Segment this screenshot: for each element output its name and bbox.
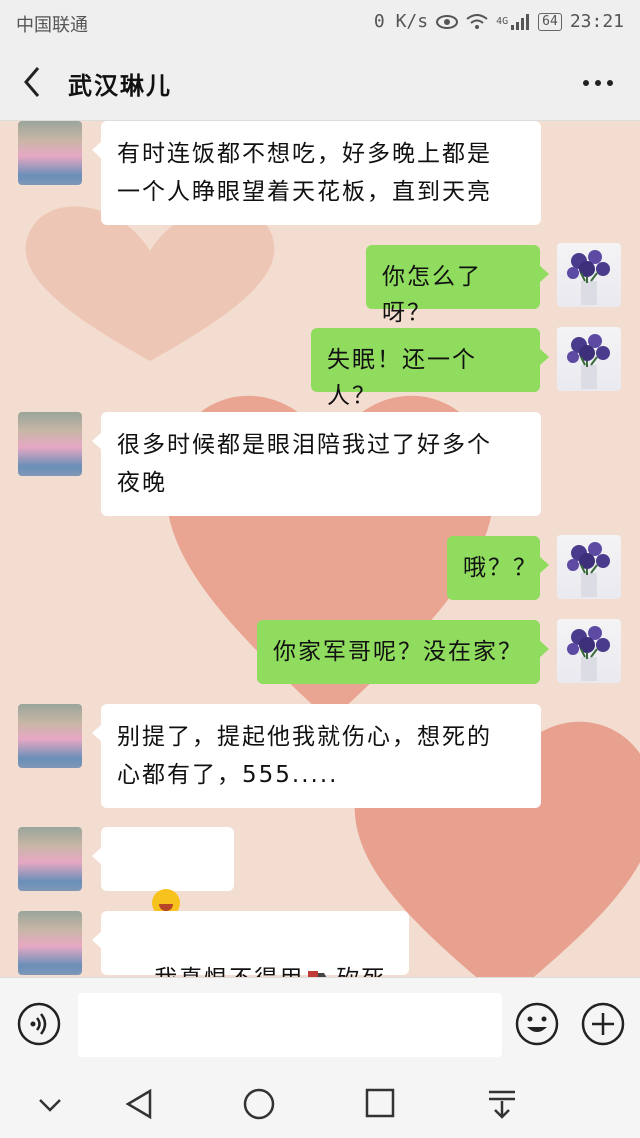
received-message[interactable]: 很多时候都是眼泪陪我过了好多个 夜晚 xyxy=(92,412,541,516)
user-avatar[interactable] xyxy=(557,535,621,599)
received-emoji-message[interactable] xyxy=(92,827,234,955)
flower-avatar-icon xyxy=(567,250,610,305)
user-avatar[interactable] xyxy=(557,327,621,391)
collapse-down-icon[interactable] xyxy=(36,1091,64,1119)
status-bar: 中国联通 0 K/s 4G 64 23:21 xyxy=(0,0,640,44)
message-input[interactable] xyxy=(78,993,502,1057)
input-bar xyxy=(0,977,640,1072)
sent-message[interactable]: 哦？？ xyxy=(447,536,549,600)
battery-indicator: 64 xyxy=(538,12,562,31)
message-text-before: 我真恨不得用 xyxy=(154,966,304,977)
notification-pull-icon[interactable] xyxy=(486,1087,518,1121)
contact-avatar[interactable] xyxy=(18,911,82,975)
eye-icon xyxy=(436,14,459,29)
plus-icon[interactable] xyxy=(580,1001,626,1047)
received-message[interactable]: 别提了，提起他我就伤心，想死的 心都有了，555..... xyxy=(92,704,541,808)
user-avatar[interactable] xyxy=(557,243,621,307)
chat-area[interactable]: 有时连饭都不想吃，好多晚上都是 一个人睁眼望着天花板，直到天亮 你怎么了呀？ 失… xyxy=(0,121,640,977)
system-nav-bar xyxy=(0,1071,640,1138)
sent-message[interactable]: 你家军哥呢？没在家？ xyxy=(257,620,549,684)
user-avatar[interactable] xyxy=(557,619,621,683)
contact-avatar[interactable] xyxy=(18,412,82,476)
back-arrow-icon[interactable] xyxy=(18,60,58,104)
contact-avatar[interactable] xyxy=(18,704,82,768)
signal-icon xyxy=(511,13,530,30)
smiley-icon[interactable] xyxy=(514,1001,560,1047)
more-dots-icon[interactable] xyxy=(578,68,618,98)
knife-icon xyxy=(308,970,327,977)
flower-avatar-icon xyxy=(567,542,610,597)
voice-icon[interactable] xyxy=(16,1001,62,1047)
contact-avatar[interactable] xyxy=(18,121,82,185)
home-circle-icon[interactable] xyxy=(242,1087,276,1121)
network-type: 4G xyxy=(496,16,509,27)
sent-message[interactable]: 你怎么了呀？ xyxy=(366,245,549,326)
received-message[interactable]: 有时连饭都不想吃，好多晚上都是 一个人睁眼望着天花板，直到天亮 xyxy=(92,121,541,225)
chat-header: 武汉琳儿 xyxy=(0,44,640,121)
wifi-icon xyxy=(466,13,488,29)
net-speed: 0 K/s xyxy=(373,11,429,32)
status-right: 0 K/s 4G 64 23:21 xyxy=(374,11,624,32)
chat-title: 武汉琳儿 xyxy=(68,72,172,100)
carrier-label: 中国联通 xyxy=(16,15,88,36)
contact-avatar[interactable] xyxy=(18,827,82,891)
recents-square-icon[interactable] xyxy=(364,1087,396,1119)
back-triangle-icon[interactable] xyxy=(122,1087,156,1121)
received-message[interactable]: 我真恨不得用 砍死他 xyxy=(92,911,409,977)
flower-avatar-icon xyxy=(567,334,610,389)
sent-message[interactable]: 失眠！还一个人？ xyxy=(311,328,549,409)
flower-avatar-icon xyxy=(567,626,610,681)
clock: 23:21 xyxy=(569,11,624,32)
